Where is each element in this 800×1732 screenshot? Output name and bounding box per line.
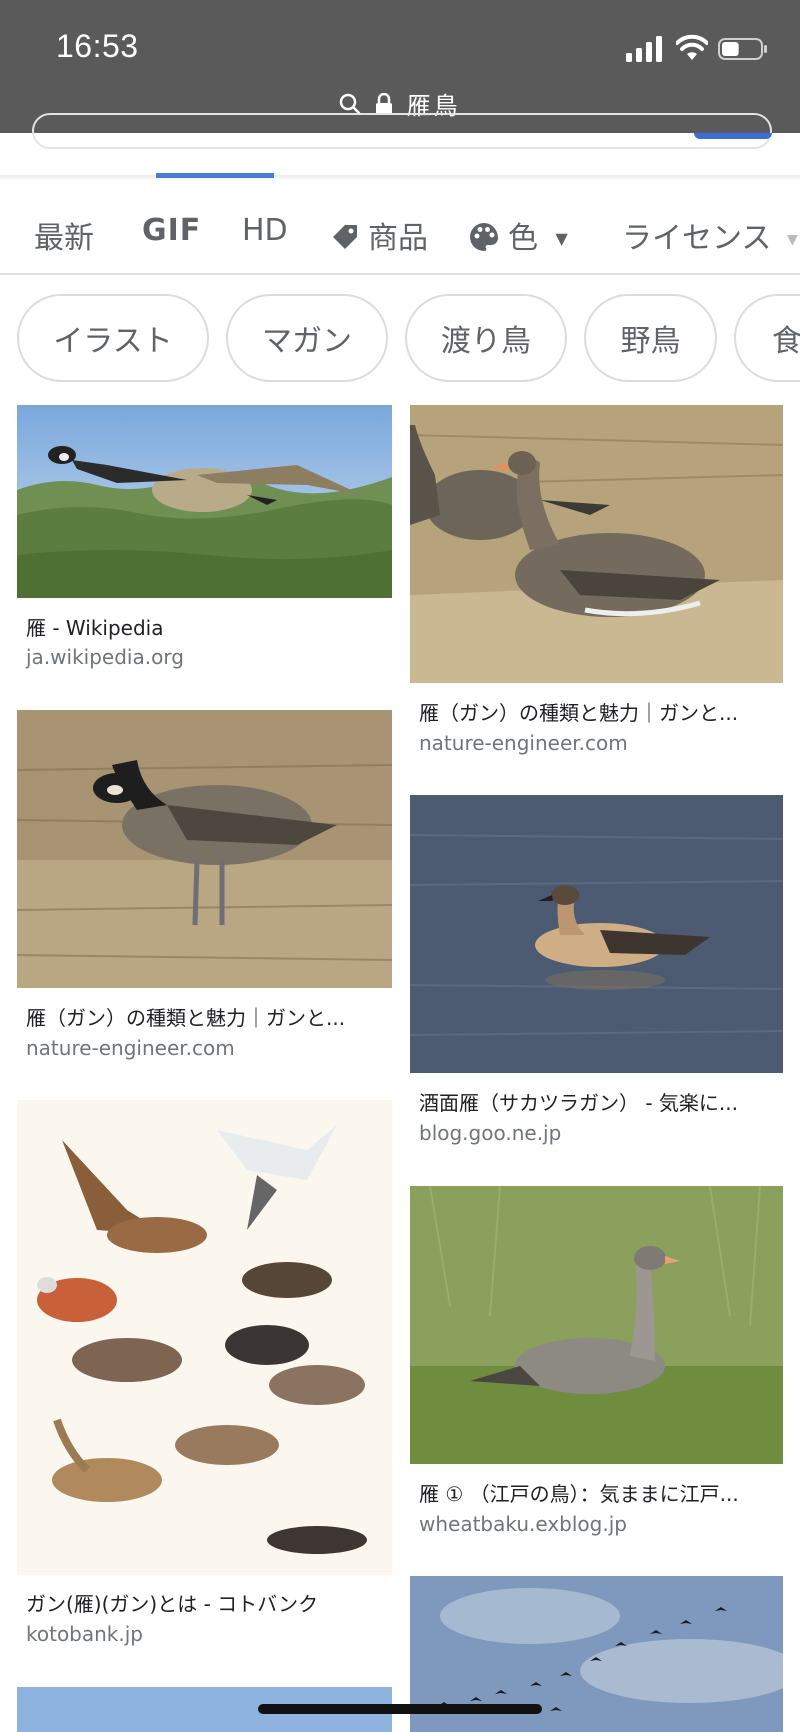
result-title[interactable]: 雁 - Wikipedia — [26, 612, 386, 641]
header-shadow — [0, 175, 800, 181]
result-image-canada-goose-standing[interactable] — [17, 710, 392, 988]
chip-food[interactable]: 食 — [734, 294, 800, 382]
chip-illustration[interactable]: イラスト — [17, 294, 209, 382]
result-title[interactable]: 雁（ガン）の種類と魅力｜ガンと... — [419, 697, 779, 726]
image-result[interactable]: 雁 ① （江戸の鳥）：気ままに江戸... wheatbaku.exblog.jp — [410, 1186, 783, 1546]
chip-migratory-bird[interactable]: 渡り鳥 — [405, 294, 567, 382]
filter-products-label: 商品 — [368, 221, 428, 256]
related-search-chips: イラスト マガン 渡り鳥 野鳥 食 — [0, 292, 800, 384]
result-domain: blog.goo.ne.jp — [419, 1121, 562, 1145]
search-icon — [340, 93, 361, 114]
chip-magan[interactable]: マガン — [226, 294, 388, 382]
filter-color-label: 色 — [508, 221, 538, 256]
result-domain: nature-engineer.com — [26, 1036, 235, 1060]
filter-license[interactable]: ライセンス ▼ — [622, 213, 798, 257]
result-image-geese-illustration[interactable] — [17, 1100, 392, 1575]
image-result[interactable]: 雁（ガン）の種類と魅力｜ガンと... nature-engineer.com — [410, 405, 783, 765]
result-domain: kotobank.jp — [26, 1622, 144, 1646]
filter-license-label: ライセンス — [622, 221, 772, 256]
filter-products[interactable]: 商品 — [330, 213, 428, 257]
chevron-down-icon: ▼ — [555, 229, 568, 248]
battery-icon — [718, 38, 767, 60]
status-time: 16:53 — [56, 28, 139, 64]
search-box-remnant — [0, 113, 800, 173]
tag-icon — [333, 225, 357, 249]
result-domain: nature-engineer.com — [419, 731, 628, 755]
chevron-down-icon: ▼ — [786, 232, 798, 248]
result-title[interactable]: 酒面雁（サカツラガン） - 気楽に... — [419, 1087, 779, 1116]
home-indicator[interactable] — [258, 1704, 542, 1714]
result-domain: wheatbaku.exblog.jp — [419, 1512, 627, 1536]
chip-wild-bird[interactable]: 野鳥 — [584, 294, 717, 382]
result-title[interactable]: 雁（ガン）の種類と魅力｜ガンと... — [26, 1002, 386, 1031]
filter-bar: 最新 GIF HD 商品 色 ▼ ライセンス ▼ — [0, 195, 800, 275]
result-image-canada-goose-flying[interactable] — [17, 405, 392, 598]
image-result[interactable]: 雁（ガン）の種類と魅力｜ガンと... nature-engineer.com — [17, 710, 392, 1070]
cellular-signal-icon — [626, 36, 662, 62]
active-tab-indicator — [156, 173, 274, 178]
filter-newest[interactable]: 最新 — [34, 213, 94, 257]
result-title[interactable]: ガン(雁)(ガン)とは - コトバンク — [26, 1588, 386, 1617]
filter-color[interactable]: 色 ▼ — [468, 213, 568, 257]
lock-icon — [376, 92, 392, 115]
filter-hd[interactable]: HD — [242, 213, 288, 248]
image-result[interactable]: ガン(雁)(ガン)とは - コトバンク kotobank.jp — [17, 1100, 392, 1650]
result-title[interactable]: 雁 ① （江戸の鳥）：気ままに江戸... — [419, 1478, 779, 1507]
result-image-swan-goose-water[interactable] — [410, 795, 783, 1073]
image-result[interactable]: 雁 - Wikipedia ja.wikipedia.org — [17, 405, 392, 675]
result-image-white-fronted-geese[interactable] — [410, 405, 783, 683]
result-domain: ja.wikipedia.org — [26, 645, 184, 669]
image-result[interactable]: 酒面雁（サカツラガン） - 気楽に... blog.goo.ne.jp — [410, 795, 783, 1155]
filter-gif[interactable]: GIF — [142, 213, 201, 248]
result-image-goose-in-grass[interactable] — [410, 1186, 783, 1464]
palette-icon — [470, 223, 498, 251]
wifi-icon — [676, 34, 708, 60]
